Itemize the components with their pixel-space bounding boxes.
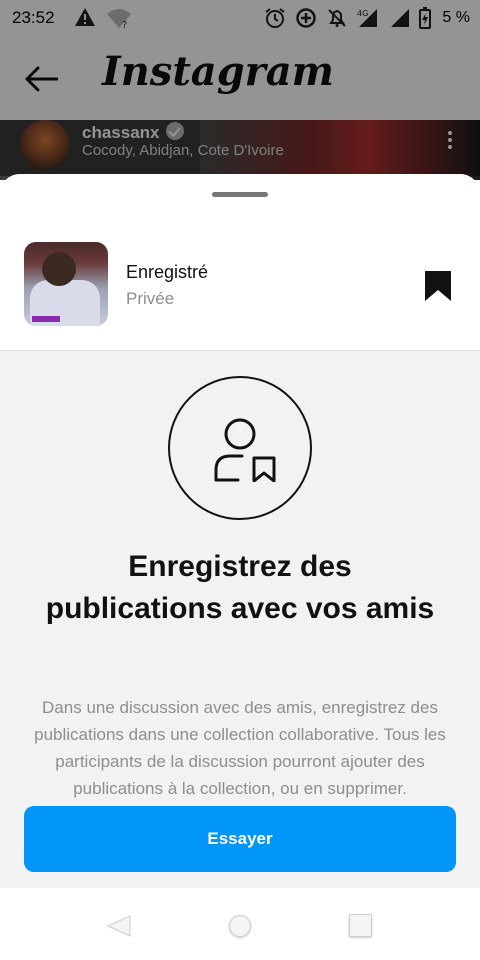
illustration-circle <box>168 376 312 520</box>
person-bookmark-icon <box>214 418 276 482</box>
sheet-description: Dans une discussion avec des amis, enreg… <box>34 698 446 798</box>
collection-name: Enregistré <box>126 262 209 282</box>
try-button[interactable]: Essayer <box>24 806 456 872</box>
sheet-heading: Enregistrez des publications avec vos am… <box>45 550 435 625</box>
system-nav-bar <box>0 888 480 960</box>
bottom-sheet: Enregistré Privée Enregistrez des public… <box>0 174 480 888</box>
collection-privacy: Privée <box>126 289 175 308</box>
scrim-overlay[interactable] <box>0 0 480 176</box>
nav-home-icon[interactable] <box>229 915 251 937</box>
nav-recents-icon[interactable] <box>349 914 372 937</box>
bookmark-filled-icon[interactable] <box>424 270 452 302</box>
drag-handle[interactable] <box>212 192 268 197</box>
collection-thumbnail <box>24 242 108 326</box>
nav-back-icon[interactable] <box>106 914 132 938</box>
collection-row: Enregistré Privée <box>0 174 480 351</box>
